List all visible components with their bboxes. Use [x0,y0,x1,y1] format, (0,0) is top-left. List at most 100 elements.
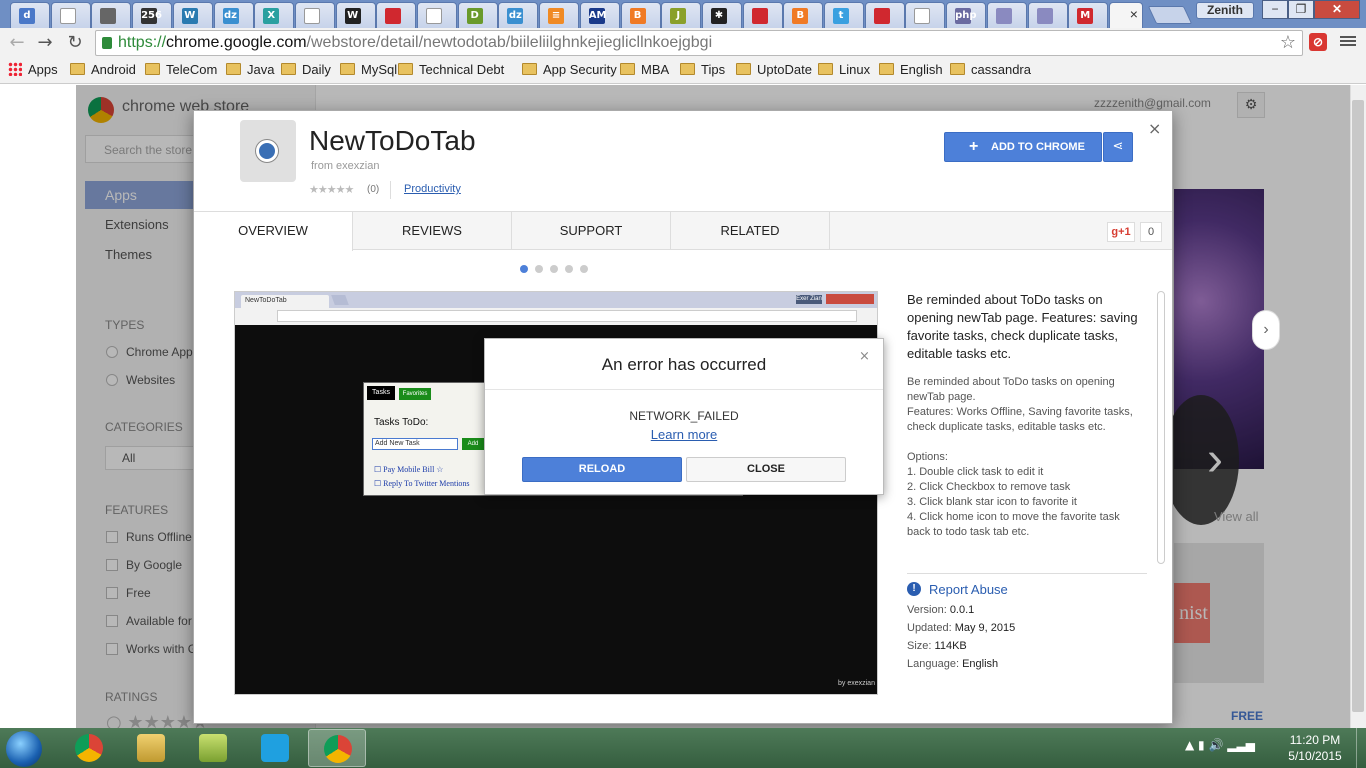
carousel-dot[interactable] [550,265,558,273]
learn-more-link[interactable]: Learn more [485,427,883,442]
browser-tab[interactable]: B [620,2,661,28]
active-tab[interactable]: × [1108,2,1143,28]
browser-tab[interactable] [905,2,946,28]
forward-icon[interactable]: → [34,31,56,55]
browser-tab[interactable]: X [254,2,295,28]
browser-tab[interactable]: 256 [132,2,173,28]
carousel-dot[interactable] [565,265,573,273]
bookmark-daily[interactable]: Daily [281,62,331,77]
meta-value: 0.0.1 [949,604,975,616]
bookmark-android[interactable]: Android [70,62,136,77]
close-button[interactable]: CLOSE [686,457,846,482]
browser-tab[interactable]: AM [579,2,620,28]
browser-tab[interactable]: d [10,2,50,28]
close-window-button[interactable]: ✕ [1314,0,1360,19]
maximize-button[interactable]: ❐ [1288,0,1314,19]
profile-button[interactable]: Zenith [1196,2,1254,19]
reload-icon[interactable]: ↻ [64,31,86,55]
browser-tab[interactable]: M [1068,2,1109,28]
taskbar-app[interactable] [308,729,366,767]
system-tray[interactable]: ▲ ▮ 🔊 ▂▃▅ [1185,738,1255,752]
browser-tab[interactable]: dz [213,2,254,28]
description-scrollbar[interactable] [1157,291,1165,564]
bookmark-cassandra[interactable]: cassandra [950,62,1031,77]
taskbar-app[interactable] [246,729,304,767]
browser-tab[interactable] [864,2,905,28]
browser-tab[interactable] [986,2,1027,28]
bookmark-label: UptoDate [757,62,812,77]
browser-tab[interactable]: ✱ [701,2,742,28]
tab-reviews[interactable]: REVIEWS [353,212,512,250]
report-abuse-link[interactable]: Report Abuse [929,582,1008,597]
bookmark-tips[interactable]: Tips [680,62,725,77]
bookmark-mysql[interactable]: MySql [340,62,397,77]
folder-icon [398,63,413,75]
bookmark-english[interactable]: English [879,62,943,77]
address-bar[interactable]: https://chrome.google.com/webstore/detai… [95,30,1303,56]
bookmark-label: Tips [701,62,726,77]
scrollbar-thumb[interactable] [1352,100,1364,712]
show-desktop-button[interactable] [1356,728,1366,768]
browser-tab[interactable] [1027,2,1068,28]
browser-tab[interactable]: W [172,2,213,28]
google-plus-button[interactable]: g+1 [1107,222,1135,242]
category-link[interactable]: Productivity [404,183,461,195]
browser-tab[interactable]: t [824,2,864,28]
browser-tab[interactable] [376,2,417,28]
tab-overview[interactable]: OVERVIEW [194,212,353,251]
adblock-icon[interactable]: ⊘ [1309,33,1327,51]
close-icon[interactable]: × [1148,119,1161,138]
taskbar-app[interactable] [60,729,118,767]
browser-tab[interactable] [50,2,91,28]
browser-tab[interactable]: J [661,2,702,28]
add-to-chrome-button[interactable]: + ADD TO CHROME [944,132,1102,162]
bookmark-technical-debt[interactable]: Technical Debt [398,62,504,77]
windows-start-icon[interactable] [6,731,42,767]
back-icon[interactable]: ← [6,31,28,55]
browser-tab[interactable]: dz [498,2,539,28]
bookmark-java[interactable]: Java [226,62,274,77]
carousel-dot[interactable] [535,265,543,273]
bookmark-telecom[interactable]: TeleCom [145,62,217,77]
browser-tab[interactable] [91,2,132,28]
bookmark-label: cassandra [971,62,1031,77]
reload-button[interactable]: RELOAD [522,457,682,482]
browser-tab[interactable]: ≡ [539,2,580,28]
browser-tab[interactable] [294,2,335,28]
chrome-menu-icon[interactable] [1340,34,1356,50]
browser-tab[interactable]: D [457,2,498,28]
bookmark-mba[interactable]: MBA [620,62,669,77]
browser-tab[interactable]: W [335,2,376,28]
bookmark-uptodate[interactable]: UptoDate [736,62,812,77]
bookmark-label: App Security [543,62,617,77]
tab-support[interactable]: SUPPORT [512,212,671,250]
browser-tab[interactable] [742,2,783,28]
person-icon [1036,8,1053,24]
share-icon[interactable]: ⋖ [1103,132,1133,162]
chrome-icon [75,734,103,762]
bookmark-linux[interactable]: Linux [818,62,870,77]
browser-tab[interactable]: B [783,2,824,28]
chevron-right-icon[interactable]: › [1252,310,1280,350]
carousel-dot[interactable] [520,265,528,273]
am-icon: AM [588,8,607,24]
divider [907,573,1147,574]
wordpress-icon: W [181,8,198,24]
carousel-dot[interactable] [580,265,588,273]
dialog-tabs: OVERVIEW REVIEWS SUPPORT RELATED g+1 0 [194,211,1172,251]
tab-related[interactable]: RELATED [671,212,830,250]
minimize-button[interactable]: − [1262,0,1288,19]
browser-tab[interactable] [417,2,457,28]
close-icon[interactable]: × [859,349,870,364]
system-clock[interactable]: 11:20 PM 5/10/2015 [1280,732,1350,764]
close-tab-icon[interactable]: × [1130,6,1138,22]
browser-tab[interactable]: php [946,2,987,28]
taskbar-app[interactable] [184,729,242,767]
taskbar-app[interactable] [122,729,180,767]
bookmark-app-security[interactable]: App Security [522,62,617,77]
page-icon [426,8,442,24]
clock-time: 11:20 PM [1289,733,1341,747]
bookmark-star-icon[interactable]: ☆ [1280,32,1296,53]
bookmark-apps[interactable]: Apps [8,62,58,77]
bookmarks-bar: Apps Android TeleCom Java Daily MySql Technica… [0,58,1366,84]
